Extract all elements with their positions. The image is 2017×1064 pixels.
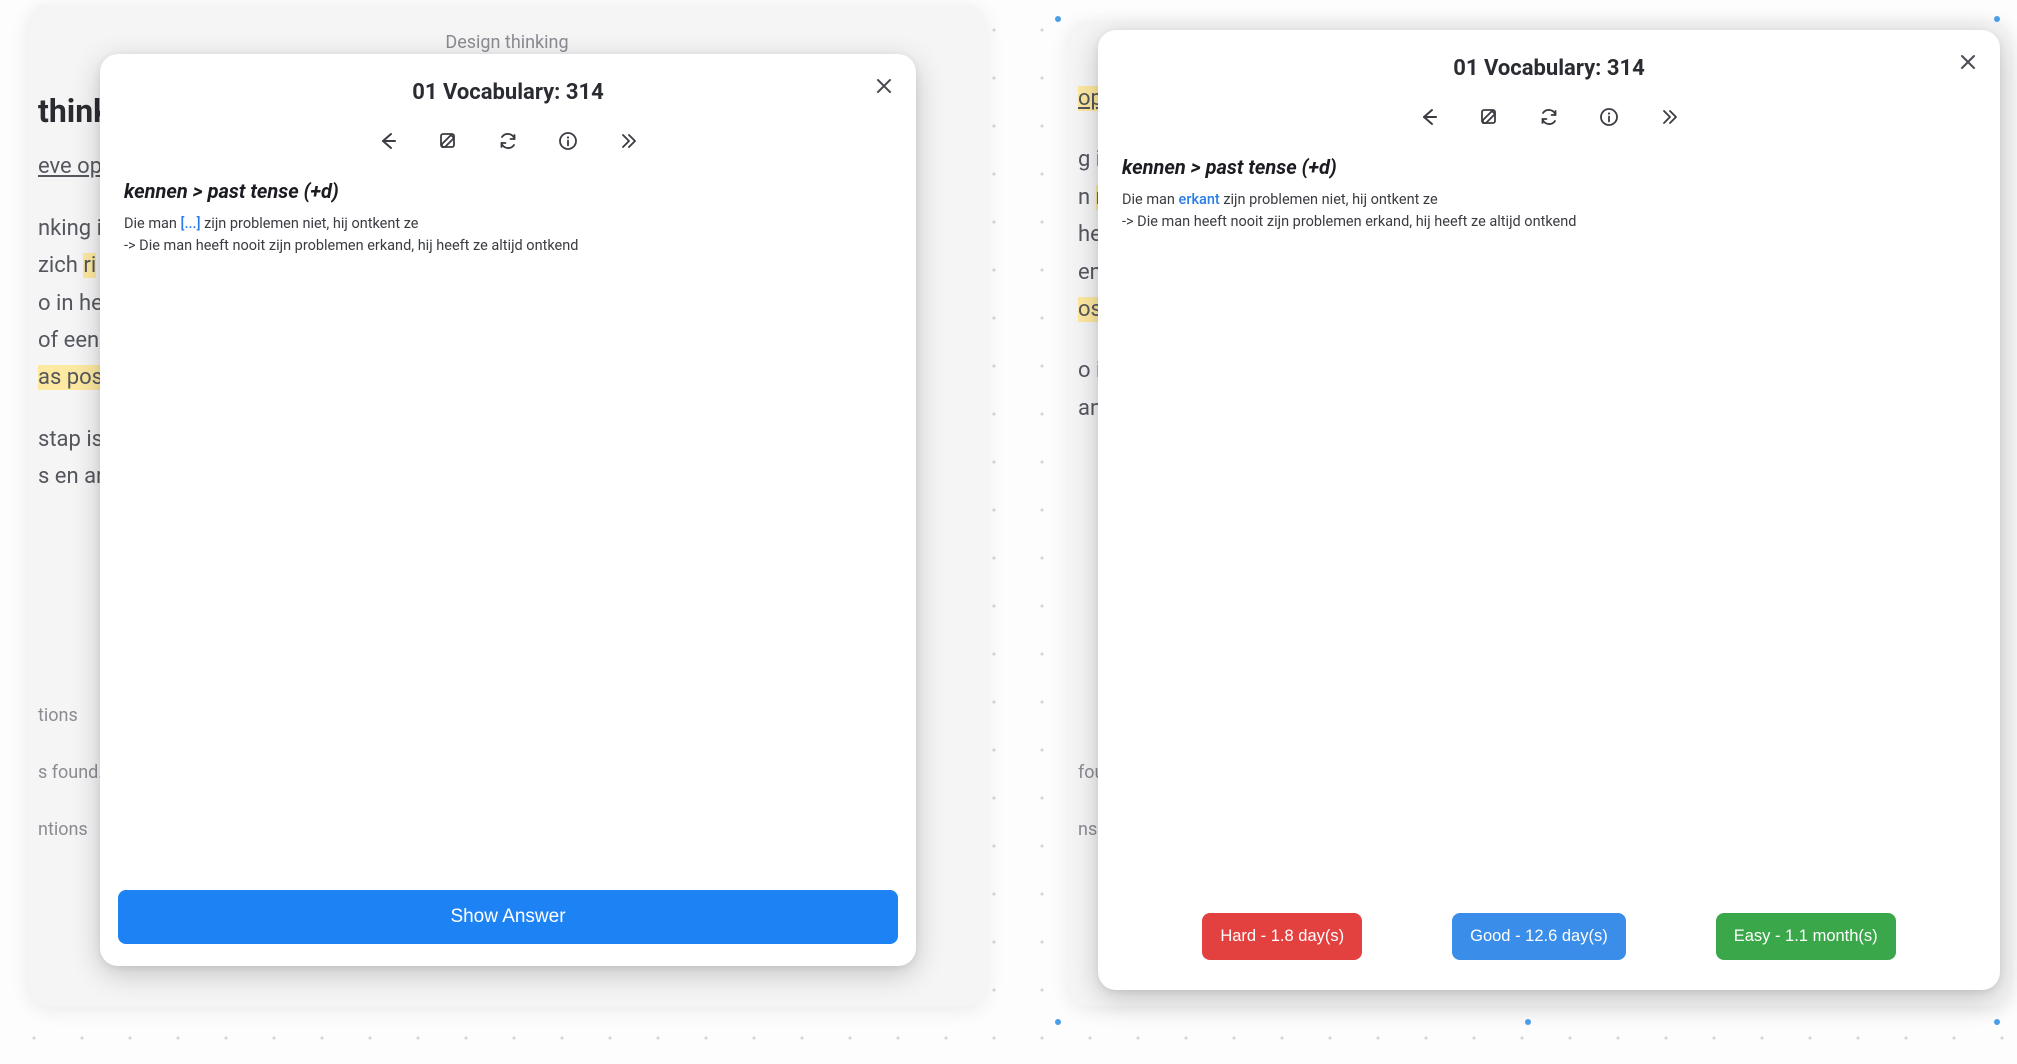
back-button[interactable] [1405, 99, 1453, 135]
rate-hard-button[interactable]: Hard - 1.8 day(s) [1202, 913, 1362, 960]
close-button[interactable] [872, 74, 896, 98]
modal-header: 01 Vocabulary: 314 [1098, 30, 2000, 91]
show-answer-button[interactable]: Show Answer [118, 890, 898, 944]
note-tab-title: Design thinking [28, 32, 986, 53]
flashcard-prompt: kennen > past tense (+d) [124, 179, 892, 203]
modal-toolbar [100, 115, 916, 173]
refresh-icon [498, 131, 518, 151]
modal-title: 01 Vocabulary: 314 [120, 80, 896, 105]
back-button[interactable] [364, 123, 412, 159]
right-panel-group: oplo g is n ri het en p oss o is an 0 fo… [1040, 0, 2017, 1040]
edit-icon [1479, 107, 1499, 127]
chevrons-right-icon [1659, 107, 1679, 127]
flashcard-modal-answer: 01 Vocabulary: 314 kennen > past ten [1098, 30, 2000, 990]
modal-footer: Show Answer [100, 872, 916, 966]
edit-button[interactable] [1465, 99, 1513, 135]
edit-button[interactable] [424, 123, 472, 159]
arrow-left-icon [378, 131, 398, 151]
refresh-button[interactable] [484, 123, 532, 159]
flashcard-body: Die man erkant zijn problemen niet, hij … [1122, 189, 1976, 234]
close-icon [876, 78, 892, 94]
close-icon [1960, 54, 1976, 70]
info-button[interactable] [1585, 99, 1633, 135]
chevrons-right-icon [618, 131, 638, 151]
flashcard-prompt: kennen > past tense (+d) [1122, 155, 1976, 179]
close-button[interactable] [1956, 50, 1980, 74]
rate-good-button[interactable]: Good - 12.6 day(s) [1452, 913, 1626, 960]
flashcard-modal-question: 01 Vocabulary: 314 kennen > past ten [100, 54, 916, 966]
cloze-answer: erkant [1179, 191, 1220, 208]
left-panel-group: Design thinking thinki eve oplo nking is… [0, 0, 1000, 1040]
selection-handle[interactable] [1525, 1019, 1531, 1025]
forward-button[interactable] [1645, 99, 1693, 135]
modal-title: 01 Vocabulary: 314 [1118, 56, 1980, 81]
selection-handle[interactable] [1994, 16, 2000, 22]
rate-easy-button[interactable]: Easy - 1.1 month(s) [1716, 913, 1896, 960]
info-icon [1599, 107, 1619, 127]
flashcard-body: Die man [...] zijn problemen niet, hij o… [124, 213, 892, 258]
modal-footer: Hard - 1.8 day(s) Good - 12.6 day(s) Eas… [1098, 885, 2000, 990]
flashcard-content: kennen > past tense (+d) Die man [...] z… [100, 173, 916, 872]
selection-handle[interactable] [1994, 1019, 2000, 1025]
selection-handle[interactable] [1055, 16, 1061, 22]
info-button[interactable] [544, 123, 592, 159]
refresh-button[interactable] [1525, 99, 1573, 135]
cloze-placeholder: [...] [181, 215, 201, 232]
selection-handle[interactable] [1055, 1019, 1061, 1025]
edit-icon [438, 131, 458, 151]
arrow-left-icon [1419, 107, 1439, 127]
modal-header: 01 Vocabulary: 314 [100, 54, 916, 115]
rating-buttons: Hard - 1.8 day(s) Good - 12.6 day(s) Eas… [1116, 903, 1982, 968]
flashcard-content: kennen > past tense (+d) Die man erkant … [1098, 149, 2000, 885]
forward-button[interactable] [604, 123, 652, 159]
refresh-icon [1539, 107, 1559, 127]
modal-toolbar [1098, 91, 2000, 149]
info-icon [558, 131, 578, 151]
